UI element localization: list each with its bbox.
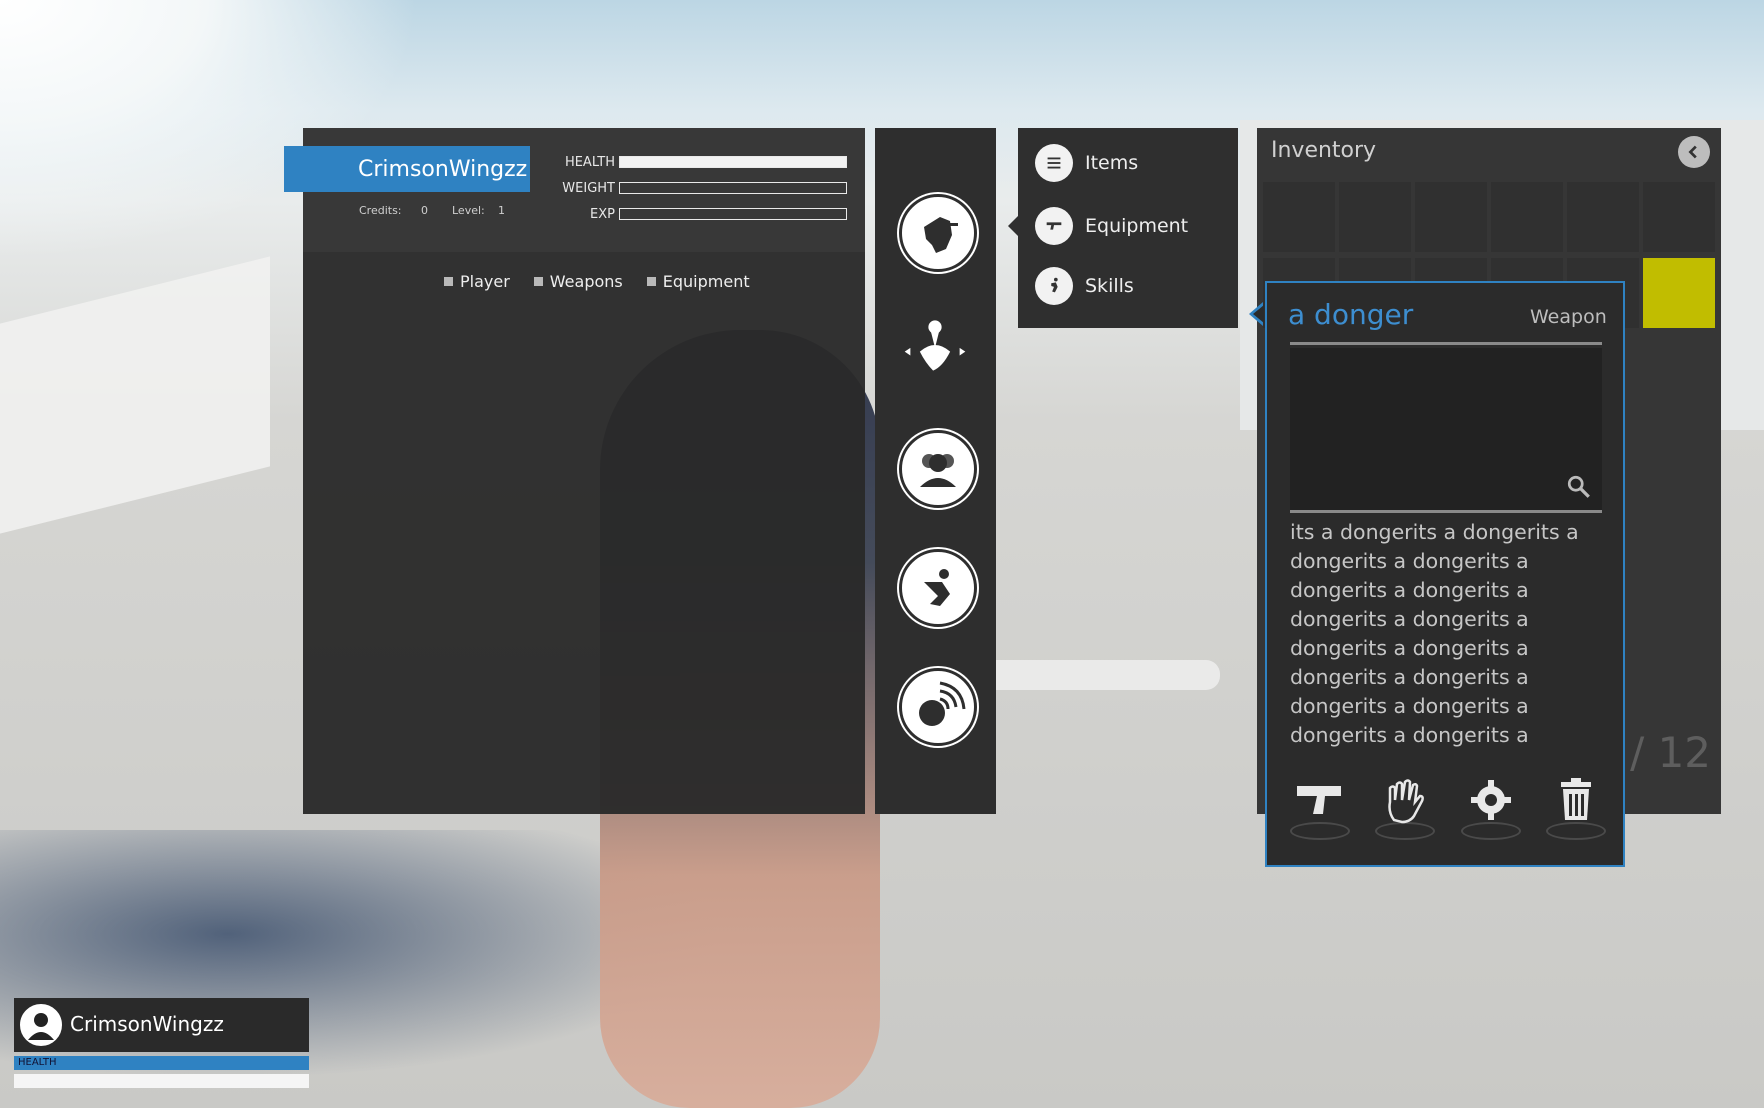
globe-signal-icon[interactable] xyxy=(899,668,977,746)
health-stat-label: HEALTH xyxy=(564,155,615,170)
player-name-tag: CrimsonWingzz xyxy=(284,146,530,192)
tab-player[interactable]: Player xyxy=(444,272,510,291)
hud-health-bar: HEALTH xyxy=(14,1056,309,1070)
nav-column xyxy=(875,128,996,814)
item-name: a donger xyxy=(1288,298,1414,331)
magnifier-icon[interactable] xyxy=(1566,474,1592,504)
tooltip-divider xyxy=(1290,510,1602,513)
menu-item-equipment[interactable]: Equipment xyxy=(1035,207,1188,245)
hud-header: CrimsonWingzz xyxy=(14,998,309,1052)
tooltip-pointer-inner xyxy=(1253,305,1264,323)
runner-icon xyxy=(1035,267,1073,305)
settings-gear-icon[interactable] xyxy=(1460,776,1521,840)
credits-label: Credits: xyxy=(359,204,402,217)
menu-item-items[interactable]: Items xyxy=(1035,144,1138,182)
item-preview xyxy=(1290,348,1602,510)
player-name: CrimsonWingzz xyxy=(358,156,528,182)
back-chevron-icon[interactable] xyxy=(1678,136,1710,168)
inventory-title: Inventory xyxy=(1271,138,1377,163)
trash-icon[interactable] xyxy=(1545,776,1606,840)
tab-equipment[interactable]: Equipment xyxy=(646,272,750,291)
equip-pistol-icon[interactable] xyxy=(1290,776,1350,840)
exp-stat-label: EXP xyxy=(590,207,615,222)
tab-weapons[interactable]: Weapons xyxy=(533,272,623,291)
weight-stat-label: WEIGHT xyxy=(562,181,615,196)
tab-checkbox xyxy=(444,277,453,286)
runner-icon[interactable] xyxy=(899,549,977,627)
pistol-icon xyxy=(1035,207,1073,245)
background-block xyxy=(0,256,270,534)
map-pin-icon[interactable] xyxy=(899,308,971,384)
exp-stat-bar xyxy=(619,208,847,220)
inventory-slot[interactable] xyxy=(1415,182,1487,252)
level-value: 1 xyxy=(498,204,505,217)
hud-player-name: CrimsonWingzz xyxy=(70,1012,224,1036)
hud-health-label: HEALTH xyxy=(18,1057,57,1068)
list-icon xyxy=(1035,144,1073,182)
player-hud: CrimsonWingzz HEALTH xyxy=(14,998,309,1096)
soldier-icon[interactable] xyxy=(899,194,977,272)
grab-hand-icon[interactable] xyxy=(1375,776,1436,840)
hud-secondary-bar xyxy=(14,1074,309,1088)
weight-stat-bar xyxy=(619,182,847,194)
level-label: Level: xyxy=(452,204,485,217)
menu-item-skills[interactable]: Skills xyxy=(1035,267,1134,305)
inventory-slot[interactable] xyxy=(1339,182,1411,252)
inventory-slot[interactable] xyxy=(1263,182,1335,252)
inventory-slot[interactable] xyxy=(1567,182,1639,252)
tab-checkbox xyxy=(533,277,543,286)
category-menu: Items Equipment Skills xyxy=(1018,128,1238,328)
inventory-slot[interactable] xyxy=(1643,182,1715,252)
credits-value: 0 xyxy=(421,204,428,217)
inventory-slot[interactable] xyxy=(1643,258,1715,328)
item-type: Weapon xyxy=(1530,306,1607,328)
menu-pointer xyxy=(1008,216,1018,236)
health-stat-bar xyxy=(619,156,847,168)
item-actions xyxy=(1290,776,1606,846)
group-icon[interactable] xyxy=(899,430,977,508)
character-tabs: Player Weapons Equipment xyxy=(444,272,750,291)
item-description: its a dongerits a dongerits a dongerits … xyxy=(1290,520,1579,747)
tooltip-divider xyxy=(1290,342,1602,345)
inventory-slot[interactable] xyxy=(1491,182,1563,252)
avatar xyxy=(20,1004,62,1046)
tab-checkbox xyxy=(646,277,656,286)
